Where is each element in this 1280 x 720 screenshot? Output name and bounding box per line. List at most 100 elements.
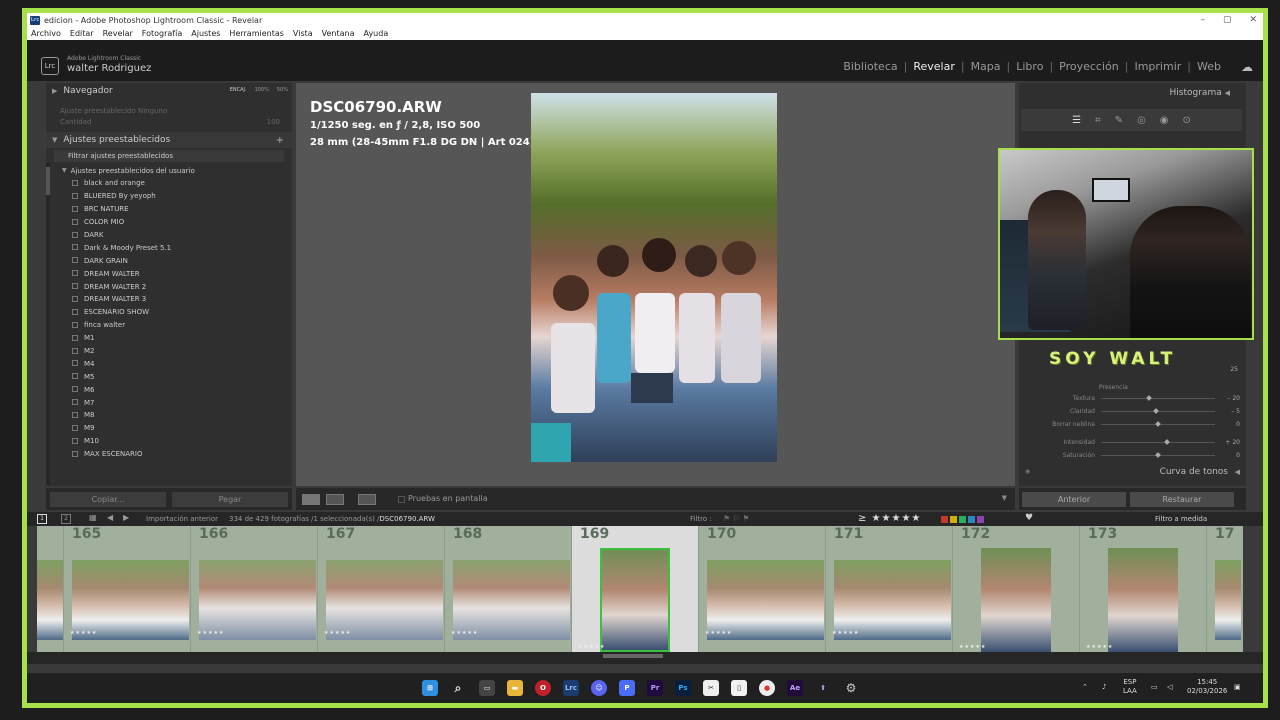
slider-knob[interactable] bbox=[1155, 452, 1161, 458]
red-label-swatch[interactable] bbox=[941, 516, 948, 523]
cell-rating[interactable]: ★★★★★ bbox=[451, 630, 478, 636]
module-proyeccion[interactable]: Proyección bbox=[1053, 60, 1125, 73]
preset-item[interactable]: finca walter bbox=[46, 319, 292, 332]
preset-item[interactable]: black and orange bbox=[46, 177, 292, 190]
compare-icon[interactable] bbox=[358, 494, 376, 505]
slider-intensidad[interactable]: Intensidad + 20 bbox=[1019, 437, 1246, 449]
forward-arrow-icon[interactable]: ▶ bbox=[123, 513, 129, 522]
start-icon[interactable]: ⊞ bbox=[422, 680, 438, 696]
mask-brush-icon[interactable]: ⊙ bbox=[1183, 115, 1191, 126]
module-imprimir[interactable]: Imprimir bbox=[1128, 60, 1187, 73]
menu-fotografia[interactable]: Fotografía bbox=[142, 29, 182, 38]
premiere-icon[interactable]: Pr bbox=[647, 680, 663, 696]
back-arrow-icon[interactable]: ◀ bbox=[107, 513, 113, 522]
slider-value[interactable]: 0 bbox=[1236, 421, 1240, 428]
rating-filter[interactable]: ≥ ★★★★★ bbox=[858, 513, 921, 524]
preset-item[interactable]: DREAM WALTER bbox=[46, 267, 292, 280]
green-label-swatch[interactable] bbox=[959, 516, 966, 523]
cell-thumbnail[interactable] bbox=[37, 560, 63, 640]
document-icon[interactable]: ▯ bbox=[731, 680, 747, 696]
zoom-fit[interactable]: ENCAJ. bbox=[230, 87, 247, 93]
presets-header[interactable]: ▼ Ajustes preestablecidos + bbox=[46, 132, 292, 148]
filmstrip-cell[interactable]: 165 ★★★★★ bbox=[64, 526, 191, 652]
after-effects-icon[interactable]: Ae bbox=[787, 680, 803, 696]
filmstrip-cell[interactable]: 168 ★★★★★ bbox=[445, 526, 572, 652]
zoom-50[interactable]: 50% bbox=[277, 87, 288, 93]
menu-ventana[interactable]: Ventana bbox=[322, 29, 355, 38]
slider-value[interactable]: + 20 bbox=[1225, 439, 1240, 446]
network-icon[interactable]: ▭ bbox=[1151, 683, 1158, 692]
slider-track[interactable] bbox=[1101, 398, 1215, 399]
healing-icon[interactable]: ✎ bbox=[1115, 115, 1123, 126]
preset-item[interactable]: M1 bbox=[46, 332, 292, 345]
mic-icon[interactable]: ♪ bbox=[1102, 683, 1106, 692]
filmstrip-scrollbar[interactable] bbox=[27, 652, 1263, 664]
visibility-toggle-icon[interactable]: ◉ bbox=[1025, 468, 1030, 475]
yellow-label-swatch[interactable] bbox=[950, 516, 957, 523]
settings-icon[interactable]: ⚙ bbox=[843, 680, 859, 696]
maximize-button[interactable]: ▢ bbox=[1223, 13, 1232, 27]
cell-rating[interactable]: ★★★★★ bbox=[959, 644, 986, 650]
menu-revelar[interactable]: Revelar bbox=[103, 29, 133, 38]
search-icon[interactable]: ⌕ bbox=[450, 680, 466, 696]
add-preset-icon[interactable]: + bbox=[276, 135, 284, 146]
cell-rating[interactable]: ★★★★★ bbox=[324, 630, 351, 636]
filmstrip-cell[interactable] bbox=[37, 526, 64, 652]
volume-icon[interactable]: ◁ bbox=[1167, 683, 1172, 692]
zoom-100[interactable]: 100% bbox=[255, 87, 269, 93]
module-libro[interactable]: Libro bbox=[1010, 60, 1049, 73]
cell-thumbnail[interactable] bbox=[453, 560, 570, 640]
opera-icon[interactable]: O bbox=[535, 680, 551, 696]
histogram-header[interactable]: Histograma ◀ bbox=[1170, 88, 1230, 98]
purple-label-swatch[interactable] bbox=[977, 516, 984, 523]
clock[interactable]: 15:45 02/03/2026 bbox=[1187, 678, 1227, 696]
slider-textura[interactable]: Textura – 20 bbox=[1019, 393, 1246, 405]
preset-item[interactable]: M6 bbox=[46, 383, 292, 396]
page-2-button[interactable]: 2 bbox=[61, 514, 71, 524]
heart-icon[interactable]: ♥ bbox=[1025, 513, 1033, 523]
reset-button[interactable]: Restaurar bbox=[1130, 492, 1234, 507]
preset-amount-slider[interactable]: Cantidad 100 bbox=[46, 118, 292, 129]
sliders-icon[interactable]: ☰ bbox=[1072, 115, 1081, 126]
word-icon[interactable]: P bbox=[619, 680, 635, 696]
preset-item[interactable]: BLUERED By yeyoph bbox=[46, 190, 292, 203]
preset-item[interactable]: DREAM WALTER 2 bbox=[46, 280, 292, 293]
preset-item[interactable]: DREAM WALTER 3 bbox=[46, 293, 292, 306]
chrome-icon[interactable]: ● bbox=[759, 680, 775, 696]
cell-thumbnail[interactable] bbox=[326, 560, 443, 640]
cell-thumbnail[interactable] bbox=[834, 560, 951, 640]
app-icon-2[interactable]: ⬆ bbox=[815, 680, 831, 696]
main-photo[interactable] bbox=[531, 93, 777, 462]
before-after-icon[interactable] bbox=[326, 494, 344, 505]
cloud-icon[interactable]: ☁ bbox=[1241, 60, 1253, 74]
cell-rating[interactable]: ★★★★★ bbox=[1086, 644, 1113, 650]
filmstrip-cell[interactable]: 172 ★★★★★ bbox=[953, 526, 1080, 652]
preset-item[interactable]: M10 bbox=[46, 435, 292, 448]
preset-item[interactable]: M9 bbox=[46, 422, 292, 435]
filmstrip-cell[interactable]: 166 ★★★★★ bbox=[191, 526, 318, 652]
preset-item[interactable]: MAX ESCENARIO bbox=[46, 448, 292, 461]
filmstrip-cell[interactable]: 171 ★★★★★ bbox=[826, 526, 953, 652]
page-1-button[interactable]: 1 bbox=[37, 514, 47, 524]
cell-thumbnail[interactable] bbox=[600, 548, 670, 652]
preset-item[interactable]: ESCENARIO SHOW bbox=[46, 306, 292, 319]
soft-proofing-checkbox[interactable] bbox=[398, 496, 405, 503]
module-revelar[interactable]: Revelar bbox=[907, 60, 961, 73]
module-mapa[interactable]: Mapa bbox=[965, 60, 1007, 73]
preset-item[interactable]: BRC NATURE bbox=[46, 203, 292, 216]
notifications-icon[interactable]: ▣ bbox=[1234, 683, 1241, 692]
slider-claridad[interactable]: Claridad – 5 bbox=[1019, 406, 1246, 418]
slider-knob[interactable] bbox=[1152, 408, 1159, 414]
menu-vista[interactable]: Vista bbox=[293, 29, 313, 38]
menu-archivo[interactable]: Archivo bbox=[31, 29, 61, 38]
cell-rating[interactable]: ★★★★★ bbox=[197, 630, 224, 636]
slider-knob[interactable] bbox=[1155, 421, 1161, 427]
tone-curve-header[interactable]: ◉ Curva de tonos ◀ bbox=[1019, 466, 1246, 480]
slider-value[interactable]: – 20 bbox=[1227, 395, 1240, 402]
filmstrip-cell[interactable]: 173 ★★★★★ bbox=[1080, 526, 1207, 652]
preset-item[interactable]: DARK GRAIN bbox=[46, 254, 292, 267]
cell-thumbnail[interactable] bbox=[981, 548, 1051, 652]
source-label[interactable]: Importación anterior bbox=[146, 515, 218, 523]
cell-rating[interactable]: ★★★★★ bbox=[70, 630, 97, 636]
crop-icon[interactable]: ⌗ bbox=[1095, 115, 1101, 126]
